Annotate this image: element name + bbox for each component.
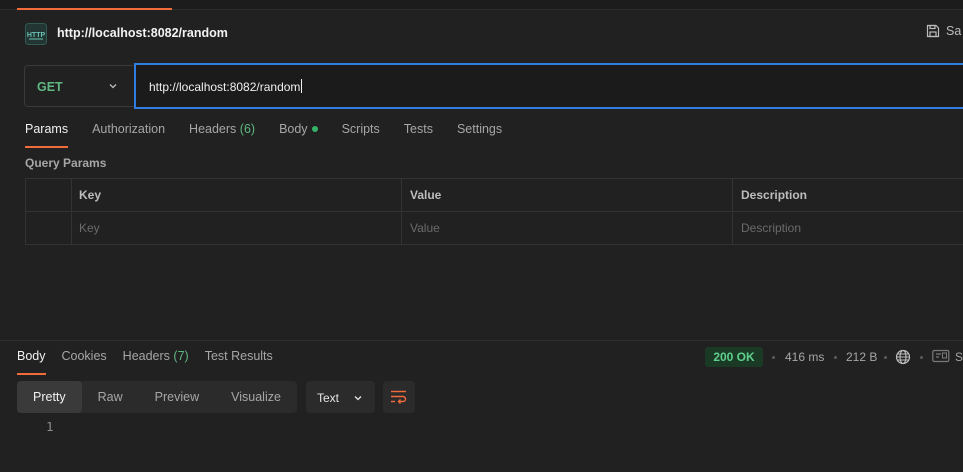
param-description-input[interactable]: Description xyxy=(733,212,963,245)
tab-cookies[interactable]: Cookies xyxy=(62,349,107,375)
chevron-down-icon xyxy=(354,396,362,401)
url-input[interactable]: http://localhost:8082/random xyxy=(134,63,963,109)
wrap-lines-button[interactable] xyxy=(383,381,415,413)
separator-dot xyxy=(834,356,837,359)
view-raw-button[interactable]: Raw xyxy=(82,381,139,413)
body-view-toggle: Pretty Raw Preview Visualize xyxy=(17,381,297,413)
column-header-value: Value xyxy=(410,188,442,202)
view-visualize-button[interactable]: Visualize xyxy=(215,381,297,413)
globe-icon[interactable] xyxy=(895,349,911,365)
postman-request-window: HTTP http://localhost:8082/random Sa GET… xyxy=(0,0,963,472)
separator-dot xyxy=(920,356,923,359)
svg-text:HTTP: HTTP xyxy=(27,32,46,39)
separator-dot xyxy=(884,356,887,359)
save-response-icon[interactable] xyxy=(932,349,950,363)
method-label: GET xyxy=(37,80,63,94)
request-tabs: Params Authorization Headers (6) Body Sc… xyxy=(25,122,526,148)
separator-dot xyxy=(772,356,775,359)
table-header-row: Key Value Description xyxy=(26,179,963,212)
view-pretty-button[interactable]: Pretty xyxy=(17,381,82,413)
response-time[interactable]: 416 ms xyxy=(785,350,824,364)
line-number: 1 xyxy=(46,419,54,434)
method-select[interactable]: GET xyxy=(24,65,135,107)
table-row: Key Value Description xyxy=(26,212,963,245)
param-value-input[interactable]: Value xyxy=(402,212,732,245)
response-tabs: Body Cookies Headers (7) Test Results xyxy=(17,349,289,375)
body-modified-dot xyxy=(311,126,318,132)
format-select[interactable]: Text xyxy=(306,381,375,413)
request-tab-strip xyxy=(0,0,963,10)
tab-settings[interactable]: Settings xyxy=(457,122,502,148)
save-button[interactable]: Sa xyxy=(926,24,961,38)
tab-test-results[interactable]: Test Results xyxy=(205,349,273,375)
request-header: HTTP http://localhost:8082/random Sa xyxy=(0,16,963,52)
tab-tests[interactable]: Tests xyxy=(404,122,433,148)
column-header-key: Key xyxy=(79,188,102,202)
http-icon: HTTP xyxy=(25,23,47,45)
save-label: Sa xyxy=(946,24,962,38)
save-icon xyxy=(926,24,940,38)
save-response-label[interactable]: S xyxy=(955,350,963,364)
chevron-down-icon xyxy=(109,84,117,89)
response-headers-count: (7) xyxy=(173,349,189,363)
view-preview-button[interactable]: Preview xyxy=(139,381,215,413)
response-size[interactable]: 212 B xyxy=(846,350,877,364)
request-title[interactable]: http://localhost:8082/random xyxy=(57,26,228,40)
tab-authorization[interactable]: Authorization xyxy=(92,122,165,148)
tab-params[interactable]: Params xyxy=(25,122,69,148)
tab-body[interactable]: Body xyxy=(279,122,318,148)
wrap-lines-icon xyxy=(391,390,407,404)
pane-divider[interactable] xyxy=(0,340,963,341)
tab-scripts[interactable]: Scripts xyxy=(342,122,380,148)
url-text: http://localhost:8082/random xyxy=(149,79,303,94)
status-badge[interactable]: 200 OK xyxy=(705,347,763,367)
tab-response-headers[interactable]: Headers (7) xyxy=(123,349,189,375)
format-label: Text xyxy=(317,391,340,405)
query-params-table: Key Value Description Key Value Descript… xyxy=(25,178,963,245)
headers-count: (6) xyxy=(239,122,256,136)
query-params-label: Query Params xyxy=(25,156,107,170)
tab-headers[interactable]: Headers (6) xyxy=(189,122,255,148)
param-key-input[interactable]: Key xyxy=(71,212,401,245)
active-tab-indicator xyxy=(17,8,172,10)
text-caret xyxy=(301,79,303,93)
column-header-description: Description xyxy=(741,188,808,202)
tab-response-body[interactable]: Body xyxy=(17,349,46,375)
